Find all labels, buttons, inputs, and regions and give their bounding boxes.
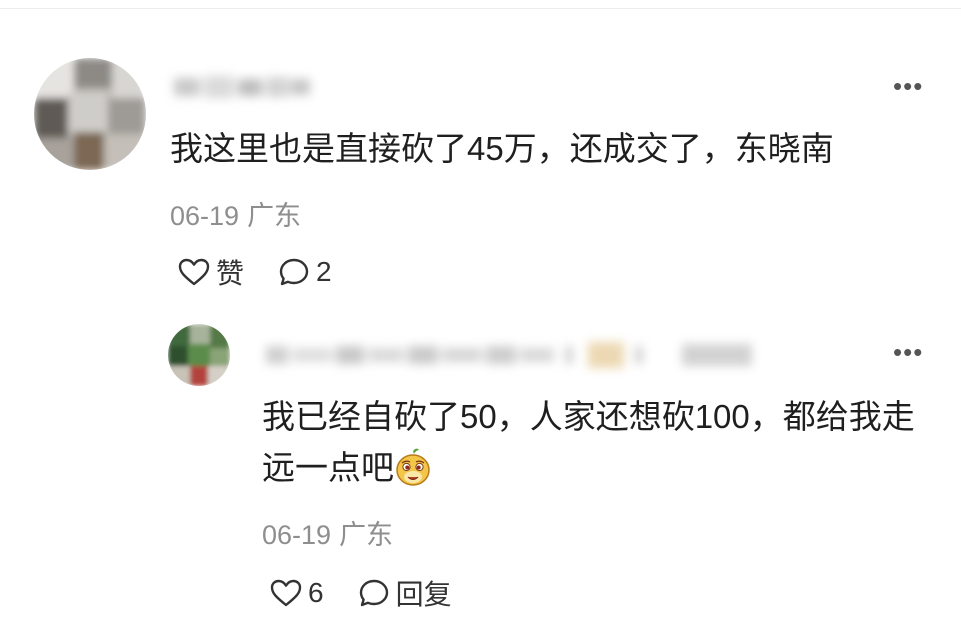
comment-meta: 06-19 广东 xyxy=(170,194,301,233)
reply-label: 回复 xyxy=(395,579,452,610)
reply-count: 2 xyxy=(316,256,332,287)
blurred-avatar-image xyxy=(34,58,146,170)
reply-text: 我已经自砍了50，人家还想砍100，都给我走远一点吧 xyxy=(262,391,942,493)
heart-icon xyxy=(178,258,210,286)
reply-avatar[interactable] xyxy=(168,324,230,386)
reply-more-options-ellipsis-icon[interactable]: ••• xyxy=(893,339,923,365)
comment-actions: 赞 2 xyxy=(178,252,332,292)
blurred-avatar-image xyxy=(168,324,230,386)
like-label: 赞 xyxy=(216,258,245,289)
reply-username-blurred[interactable] xyxy=(262,336,762,372)
reply-meta: 06-19 广东 xyxy=(262,513,393,552)
comment-location: 广东 xyxy=(247,201,302,231)
reply-like-count: 6 xyxy=(308,577,324,608)
comment-date: 06-19 xyxy=(170,201,240,231)
more-options-ellipsis-icon[interactable]: ••• xyxy=(893,73,923,99)
avatar[interactable] xyxy=(34,58,146,170)
username-blurred[interactable] xyxy=(170,70,315,104)
heart-icon xyxy=(270,579,302,607)
reply-date: 06-19 xyxy=(262,520,332,550)
reply-actions: 6 回复 xyxy=(270,573,452,613)
reply-button[interactable]: 回复 xyxy=(358,573,452,613)
comment-text: 我这里也是直接砍了45万，还成交了，东晓南 xyxy=(170,130,834,167)
reply-like-button[interactable]: 6 xyxy=(270,577,324,609)
like-button[interactable]: 赞 xyxy=(178,252,244,292)
comment-bubble-icon xyxy=(279,258,309,286)
reply-location: 广东 xyxy=(339,520,394,550)
sly-face-emoji-icon xyxy=(396,448,430,486)
top-divider xyxy=(0,8,961,9)
reply-count-button[interactable]: 2 xyxy=(278,256,332,288)
reply-text-content: 我已经自砍了50，人家还想砍100，都给我走远一点吧 xyxy=(262,398,915,486)
comment-bubble-icon xyxy=(359,579,388,607)
